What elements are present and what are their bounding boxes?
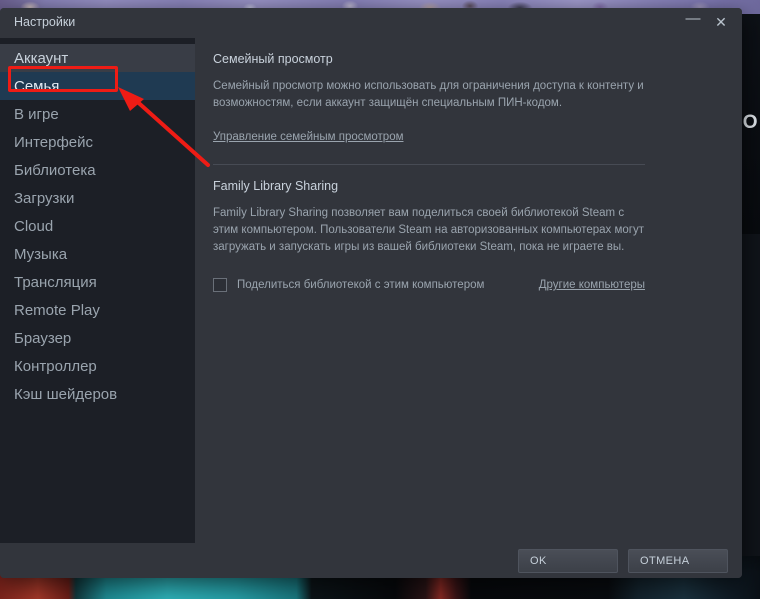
minimize-icon[interactable]: —	[680, 10, 706, 34]
sidebar-item-broadcast[interactable]: Трансляция	[0, 268, 195, 296]
family-view-description: Семейный просмотр можно использовать для…	[213, 80, 644, 110]
sidebar-item-controller[interactable]: Контроллер	[0, 352, 195, 380]
sidebar-item-in-game[interactable]: В игре	[0, 100, 195, 128]
family-sharing-title: Family Library Sharing	[213, 178, 339, 193]
sidebar-item-interface[interactable]: Интерфейс	[0, 128, 195, 156]
sidebar-item-library[interactable]: Библиотека	[0, 156, 195, 184]
dialog-body: Аккаунт Семья В игре Интерфейс Библиотек…	[0, 38, 742, 543]
section-divider	[213, 163, 645, 165]
settings-content-pane: Семейный просмотр Семейный просмотр можн…	[195, 38, 742, 543]
share-library-row: Поделиться библиотекой с этим компьютеро…	[213, 278, 645, 293]
settings-sidebar: Аккаунт Семья В игре Интерфейс Библиотек…	[0, 38, 195, 543]
cancel-button[interactable]: ОТМЕНА	[628, 548, 728, 573]
dialog-titlebar[interactable]: Настройки — ✕	[0, 8, 742, 38]
sidebar-item-cloud[interactable]: Cloud	[0, 212, 195, 240]
sidebar-item-downloads[interactable]: Загрузки	[0, 184, 195, 212]
share-library-label[interactable]: Поделиться библиотекой с этим компьютеро…	[237, 279, 484, 291]
ok-button[interactable]: OK	[518, 548, 618, 573]
sidebar-item-family[interactable]: Семья	[0, 72, 195, 100]
dialog-footer: OK ОТМЕНА	[0, 543, 742, 578]
manage-family-view-link[interactable]: Управление семейным просмотром	[213, 131, 404, 143]
sidebar-item-music[interactable]: Музыка	[0, 240, 195, 268]
window-controls: — ✕	[680, 10, 734, 34]
sidebar-item-browser[interactable]: Браузер	[0, 324, 195, 352]
close-icon[interactable]: ✕	[708, 10, 734, 34]
dialog-title: Настройки	[14, 15, 76, 29]
sidebar-item-account[interactable]: Аккаунт	[0, 44, 195, 72]
family-sharing-description: Family Library Sharing позволяет вам под…	[213, 206, 644, 254]
settings-dialog: Настройки — ✕ Аккаунт Семья В игре Интер…	[0, 8, 742, 578]
other-computers-link[interactable]: Другие компьютеры	[539, 279, 645, 291]
sidebar-item-shader-cache[interactable]: Кэш шейдеров	[0, 380, 195, 408]
share-library-checkbox[interactable]	[213, 278, 227, 293]
family-view-title: Семейный просмотр	[213, 52, 333, 66]
sidebar-item-remote-play[interactable]: Remote Play	[0, 296, 195, 324]
